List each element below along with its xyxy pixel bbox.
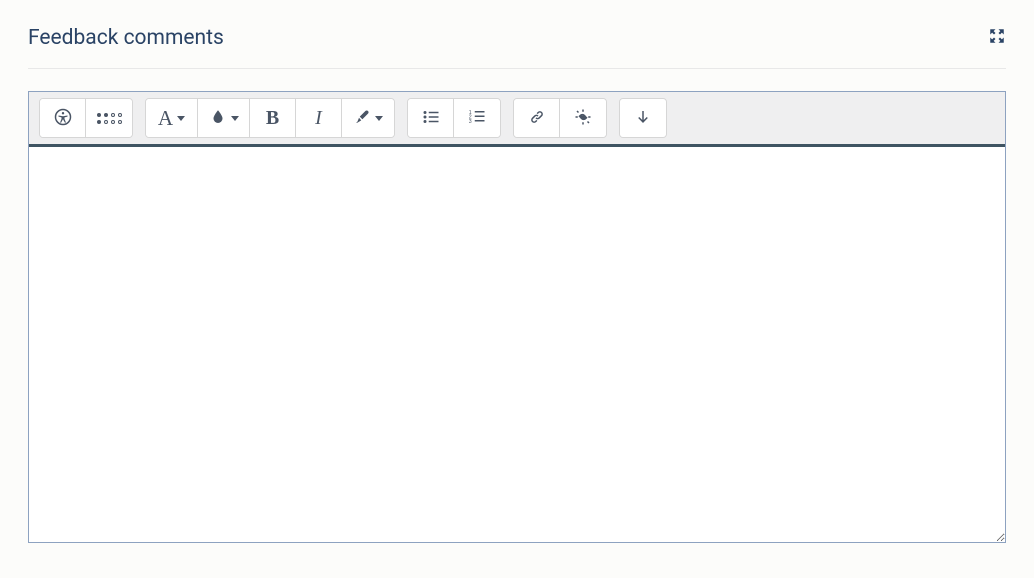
text-color-dropdown[interactable] [198, 99, 250, 137]
drop-icon [209, 108, 227, 129]
toolbar-group-list: 123 [407, 98, 501, 138]
chevron-down-icon [231, 116, 239, 121]
accessibility-checker-button[interactable] [40, 99, 86, 137]
accessibility-icon [54, 108, 72, 129]
font-style-icon: A [158, 106, 173, 131]
paragraph-style-dropdown[interactable]: A [146, 99, 198, 137]
braille-icon [97, 113, 122, 124]
rich-text-editor: A B I [28, 91, 1006, 543]
link-icon [528, 108, 546, 129]
unlink-button[interactable] [560, 99, 606, 137]
expand-icon[interactable] [988, 27, 1006, 49]
ordered-list-button[interactable]: 123 [454, 99, 500, 137]
unlink-icon [574, 108, 592, 129]
highlight-dropdown[interactable] [342, 99, 394, 137]
section-title: Feedback comments [28, 26, 224, 50]
bold-button[interactable]: B [250, 99, 296, 137]
toolbar-group-text: A B I [145, 98, 395, 138]
bold-icon: B [266, 107, 279, 130]
editor-content-area[interactable] [29, 147, 1005, 542]
brush-icon [353, 108, 371, 129]
toolbar-group-accessibility [39, 98, 133, 138]
chevron-down-icon [177, 116, 185, 121]
show-more-buttons[interactable] [620, 99, 666, 137]
svg-text:3: 3 [469, 119, 472, 125]
numbered-list-icon: 123 [468, 108, 486, 129]
italic-icon: I [315, 107, 322, 130]
unordered-list-button[interactable] [408, 99, 454, 137]
screen-reader-helper-button[interactable] [86, 99, 132, 137]
bullet-list-icon [422, 108, 440, 129]
chevron-down-icon [375, 116, 383, 121]
italic-button[interactable]: I [296, 99, 342, 137]
toolbar-group-expand [619, 98, 667, 138]
link-button[interactable] [514, 99, 560, 137]
editor-toolbar: A B I [29, 92, 1005, 147]
toolbar-group-link [513, 98, 607, 138]
section-header: Feedback comments [28, 0, 1006, 69]
arrow-down-icon [634, 108, 652, 129]
